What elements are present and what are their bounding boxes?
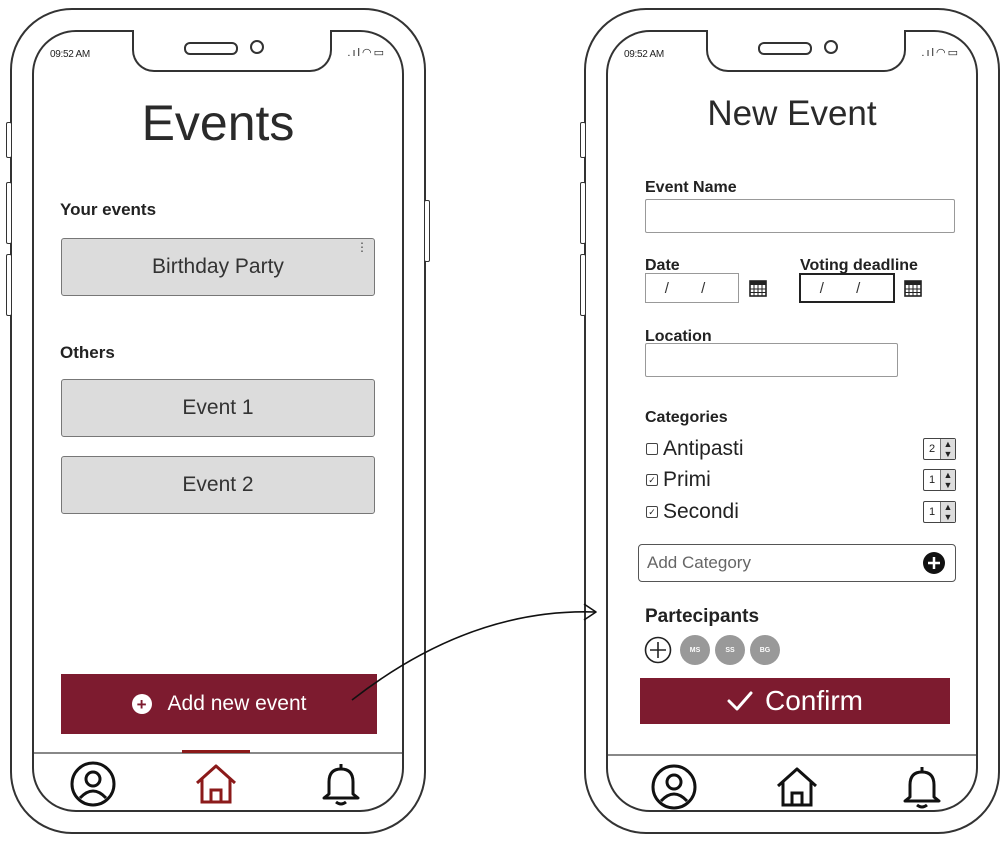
category-checkbox[interactable]: ✓ bbox=[646, 474, 658, 486]
status-time: 09:52 AM bbox=[624, 49, 664, 60]
add-category-field[interactable]: Add Category bbox=[638, 544, 956, 582]
categories-label: Categories bbox=[645, 409, 728, 426]
confirm-label: Confirm bbox=[764, 685, 863, 716]
page-title: New Event bbox=[707, 94, 877, 133]
event-card-event-1[interactable]: Event 1 bbox=[61, 379, 375, 437]
camera bbox=[824, 40, 838, 54]
wifi-icon: ◠ bbox=[361, 47, 374, 59]
nav-active-indicator bbox=[182, 750, 250, 753]
signal-icon: .ıl bbox=[921, 47, 936, 59]
quantity-stepper[interactable]: 1 ▲ ▼ bbox=[923, 469, 956, 491]
add-new-event-label: Add new event bbox=[167, 692, 307, 715]
date-input[interactable]: / / bbox=[645, 273, 739, 303]
category-row-primi: ✓ Primi 1 ▲ ▼ bbox=[646, 466, 956, 494]
calendar-icon[interactable] bbox=[748, 278, 768, 298]
side-button bbox=[424, 200, 430, 262]
notch bbox=[706, 30, 906, 72]
home-icon[interactable] bbox=[773, 763, 821, 811]
side-button bbox=[6, 254, 12, 316]
status-time: 09:52 AM bbox=[50, 49, 90, 60]
event-name-input[interactable] bbox=[645, 199, 955, 233]
signal-icon: .ıl bbox=[347, 47, 362, 59]
up-down-arrows-icon[interactable]: ▲ ▼ bbox=[941, 470, 955, 490]
up-down-arrows-icon[interactable]: ▲ ▼ bbox=[941, 502, 955, 522]
more-options-icon[interactable]: ⋮ bbox=[356, 241, 368, 253]
voting-deadline-input[interactable]: / / bbox=[799, 273, 895, 303]
home-icon[interactable] bbox=[192, 760, 240, 808]
speaker bbox=[184, 42, 238, 55]
quantity-stepper[interactable]: 1 ▲ ▼ bbox=[923, 501, 956, 523]
user-circle-icon[interactable] bbox=[69, 760, 117, 808]
side-button bbox=[580, 254, 586, 316]
checkmark-icon bbox=[727, 691, 753, 711]
status-icons: .ıl◠▭ bbox=[347, 46, 386, 59]
user-circle-icon[interactable] bbox=[650, 763, 698, 811]
category-row-secondi: ✓ Secondi 1 ▲ ▼ bbox=[646, 498, 956, 526]
avatar: BG bbox=[750, 635, 780, 665]
notch bbox=[132, 30, 332, 72]
bottom-nav-divider bbox=[608, 754, 976, 756]
event-card-label: Event 1 bbox=[182, 396, 254, 419]
category-label: Antipasti bbox=[663, 437, 744, 460]
battery-icon: ▭ bbox=[373, 47, 386, 59]
status-icons: .ıl◠▭ bbox=[921, 46, 960, 59]
screen: 09:52 AM .ıl◠▭ New Event Event Name Date… bbox=[606, 30, 978, 812]
side-button bbox=[6, 122, 12, 158]
plus-circle-icon: + bbox=[131, 694, 152, 714]
category-row-antipasti: Antipasti 2 ▲ ▼ bbox=[646, 435, 956, 463]
event-name-label: Event Name bbox=[645, 179, 737, 196]
side-button bbox=[580, 122, 586, 158]
stepper-value: 1 bbox=[924, 470, 941, 490]
stepper-value: 1 bbox=[924, 502, 941, 522]
battery-icon: ▭ bbox=[947, 47, 960, 59]
stepper-value: 2 bbox=[924, 439, 941, 459]
bell-icon[interactable] bbox=[898, 763, 946, 811]
avatar: MS bbox=[680, 635, 710, 665]
category-label: Secondi bbox=[663, 500, 739, 523]
event-card-event-2[interactable]: Event 2 bbox=[61, 456, 375, 514]
calendar-icon[interactable] bbox=[903, 278, 923, 298]
side-button bbox=[580, 182, 586, 244]
add-participant-icon[interactable] bbox=[644, 636, 672, 664]
side-button bbox=[6, 182, 12, 244]
plus-circle-icon[interactable] bbox=[923, 552, 945, 574]
up-down-arrows-icon[interactable]: ▲ ▼ bbox=[941, 439, 955, 459]
speaker bbox=[758, 42, 812, 55]
location-input[interactable] bbox=[645, 343, 898, 377]
event-card-label: Birthday Party bbox=[152, 255, 284, 278]
quantity-stepper[interactable]: 2 ▲ ▼ bbox=[923, 438, 956, 460]
screen: 09:52 AM .ıl◠▭ Events Your events Birthd… bbox=[32, 30, 404, 812]
phone-events: 09:52 AM .ıl◠▭ Events Your events Birthd… bbox=[6, 8, 430, 834]
add-new-event-button[interactable]: + Add new event bbox=[61, 674, 377, 734]
category-checkbox[interactable]: ✓ bbox=[646, 506, 658, 518]
participants-row: MS SS BG bbox=[644, 635, 785, 665]
bell-icon[interactable] bbox=[317, 760, 365, 808]
participants-label: Partecipants bbox=[645, 606, 760, 627]
phone-new-event: 09:52 AM .ıl◠▭ New Event Event Name Date… bbox=[580, 8, 1000, 834]
event-card-birthday[interactable]: Birthday Party ⋮ bbox=[61, 238, 375, 296]
your-events-label: Your events bbox=[60, 200, 157, 219]
wifi-icon: ◠ bbox=[935, 47, 948, 59]
category-checkbox[interactable] bbox=[646, 443, 658, 455]
page-title: Events bbox=[141, 95, 295, 151]
camera bbox=[250, 40, 264, 54]
add-category-placeholder: Add Category bbox=[647, 553, 751, 572]
event-card-label: Event 2 bbox=[182, 473, 254, 496]
category-label: Primi bbox=[663, 468, 711, 491]
confirm-button[interactable]: Confirm bbox=[640, 678, 950, 724]
others-label: Others bbox=[60, 343, 115, 362]
avatar: SS bbox=[715, 635, 745, 665]
